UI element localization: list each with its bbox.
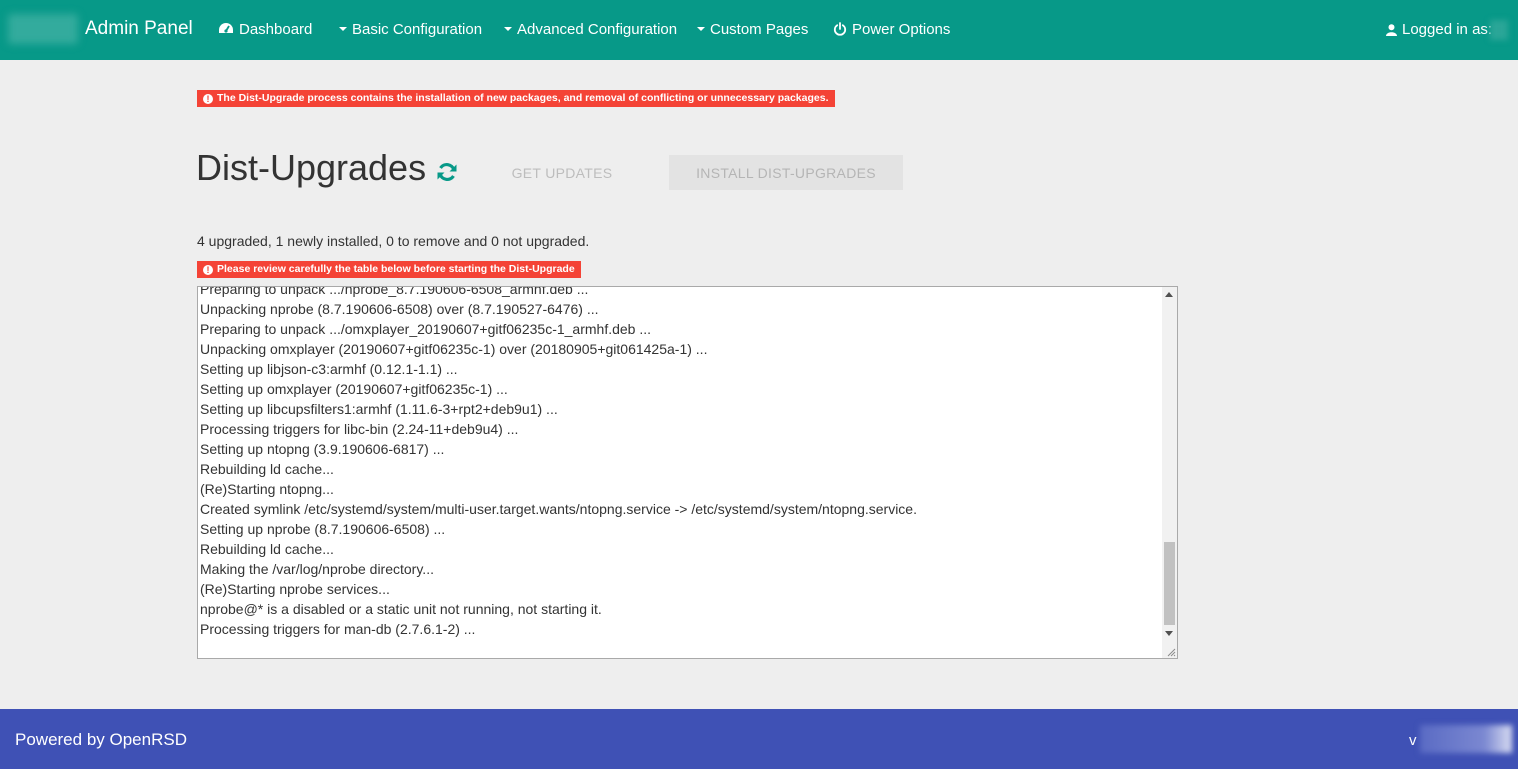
output-line: Setting up omxplayer (20190607+gitf06235… <box>200 381 508 397</box>
exclamation-icon: ! <box>203 265 213 275</box>
review-alert-text: Please review carefully the table below … <box>217 263 575 275</box>
nav-dashboard[interactable]: Dashboard <box>218 21 312 38</box>
refresh-icon[interactable] <box>435 160 459 189</box>
output-line: Created symlink /etc/systemd/system/mult… <box>200 501 917 517</box>
output-line: Setting up libjson-c3:armhf (0.12.1-1.1)… <box>200 361 458 377</box>
scroll-down-arrow-icon[interactable] <box>1165 631 1173 636</box>
page-title: Dist-Upgrades <box>196 147 427 188</box>
get-updates-button[interactable]: GET UPDATES <box>497 155 627 190</box>
caret-down-icon <box>504 27 512 31</box>
caret-down-icon <box>697 27 705 31</box>
nav-advanced-configuration-label: Advanced Configuration <box>517 21 678 38</box>
nav-power-options-label: Power Options <box>852 21 951 38</box>
nav-power-options[interactable]: Power Options <box>833 21 950 38</box>
output-line: Processing triggers for man-db (2.7.6.1-… <box>200 621 476 637</box>
output-line: Rebuilding ld cache... <box>200 541 334 557</box>
footer: Powered by OpenRSD v <box>0 709 1518 769</box>
scroll-up-arrow-icon[interactable] <box>1165 292 1173 297</box>
power-icon <box>833 22 847 36</box>
upgrade-summary: 4 upgraded, 1 newly installed, 0 to remo… <box>197 233 590 249</box>
nav-custom-pages-label: Custom Pages <box>710 21 809 38</box>
caret-down-icon <box>339 27 347 31</box>
nav-basic-configuration-label: Basic Configuration <box>352 21 483 38</box>
username-redacted <box>1490 20 1508 40</box>
user-menu[interactable]: Logged in as: <box>1386 21 1492 38</box>
nav-custom-pages[interactable]: Custom Pages <box>697 21 808 38</box>
scroll-thumb[interactable] <box>1164 542 1175 625</box>
output-line: (Re)Starting nprobe services... <box>200 581 390 597</box>
nav-advanced-configuration[interactable]: Advanced Configuration <box>504 21 677 38</box>
output-line: Preparing to unpack .../nprobe_8.7.19060… <box>200 286 589 297</box>
resize-grip-icon[interactable] <box>1166 647 1176 657</box>
output-lines: Preparing to unpack .../nprobe_8.7.19060… <box>200 286 1160 639</box>
brand-title[interactable]: Admin Panel <box>85 18 193 40</box>
exclamation-icon: ! <box>203 94 213 104</box>
version-label: v <box>1409 732 1417 749</box>
user-label: Logged in as: <box>1402 21 1493 38</box>
output-line: Setting up nprobe (8.7.190606-6508) ... <box>200 521 446 537</box>
output-line: Preparing to unpack .../omxplayer_201906… <box>200 321 652 337</box>
version-number-redacted <box>1420 725 1512 753</box>
warning-alert-dist-upgrade: ! The Dist-Upgrade process contains the i… <box>197 90 835 107</box>
output-line: Setting up libcupsfilters1:armhf (1.11.6… <box>200 401 558 417</box>
vertical-scrollbar[interactable] <box>1162 287 1177 658</box>
footer-powered-by: Powered by OpenRSD <box>15 730 187 749</box>
output-line: Unpacking omxplayer (20190607+gitf06235c… <box>200 341 708 357</box>
output-line: Processing triggers for libc-bin (2.24-1… <box>200 421 519 437</box>
nav-dashboard-label: Dashboard <box>239 21 313 38</box>
install-dist-upgrades-button[interactable]: INSTALL DIST-UPGRADES <box>669 155 903 190</box>
upgrade-output-textarea[interactable]: Preparing to unpack .../nprobe_8.7.19060… <box>197 286 1178 659</box>
top-navbar: Admin Panel Dashboard Basic Configuratio… <box>0 0 1518 60</box>
output-line: Setting up ntopng (3.9.190606-6817) ... <box>200 441 445 457</box>
output-line: Making the /var/log/nprobe directory... <box>200 561 434 577</box>
user-icon <box>1386 24 1397 36</box>
output-line: (Re)Starting ntopng... <box>200 481 334 497</box>
warning-alert-text: The Dist-Upgrade process contains the in… <box>217 92 829 104</box>
output-line: Rebuilding ld cache... <box>200 461 334 477</box>
brand-logo <box>8 14 78 44</box>
review-alert: ! Please review carefully the table below… <box>197 261 581 278</box>
nav-basic-configuration[interactable]: Basic Configuration <box>339 21 482 38</box>
dashboard-icon <box>219 23 233 33</box>
output-line: Unpacking nprobe (8.7.190606-6508) over … <box>200 301 599 317</box>
output-line: nprobe@* is a disabled or a static unit … <box>200 601 602 617</box>
